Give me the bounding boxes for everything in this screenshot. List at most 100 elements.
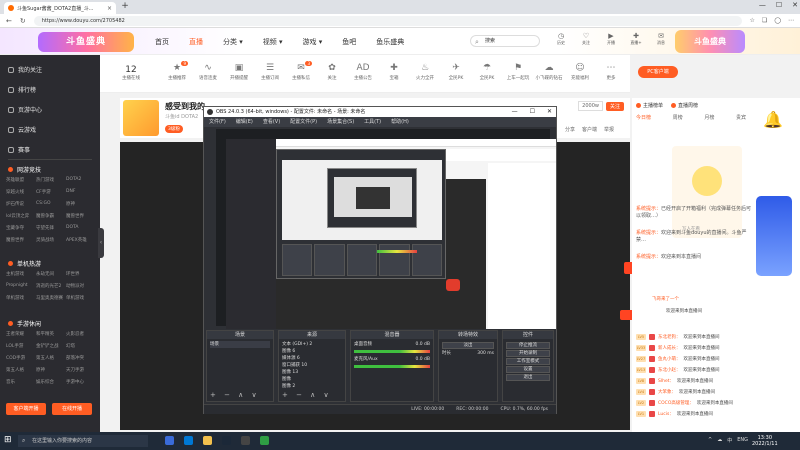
- header-icon-button[interactable]: ◷ 历史: [553, 32, 569, 46]
- sidebar-tag[interactable]: 动物派对: [66, 283, 96, 289]
- scene-item[interactable]: 场景: [210, 341, 270, 348]
- sidebar-item[interactable]: 排行榜: [8, 85, 36, 94]
- sidebar-tag[interactable]: 第五人格: [36, 355, 66, 361]
- url-field[interactable]: https://www.douyu.com/2705482: [33, 15, 742, 26]
- sidebar-tag[interactable]: 永劫无间: [36, 271, 66, 277]
- collections-icon[interactable]: ❏: [762, 17, 767, 24]
- sidebar-tag[interactable]: LOL手游: [6, 343, 36, 349]
- source-item[interactable]: 图像 6: [282, 348, 342, 355]
- obs-menu-item[interactable]: 查看(V): [263, 117, 280, 127]
- sidebar-tag[interactable]: 热门游戏: [36, 177, 66, 183]
- rank-subtab[interactable]: 贵宾: [736, 114, 746, 121]
- source-item[interactable]: 图像: [282, 376, 342, 383]
- function-item[interactable]: ✉ 主播私信 3: [286, 61, 316, 81]
- header-icon-button[interactable]: ♡ 关注: [578, 32, 594, 46]
- function-item[interactable]: ▣ 开播提醒: [224, 63, 254, 81]
- function-item[interactable]: ✈ 全民PK: [441, 63, 471, 81]
- function-item[interactable]: ⚑ 上车一起玩: [503, 63, 533, 81]
- sidebar-item[interactable]: 我的关注: [8, 65, 42, 74]
- close-tab-icon[interactable]: ×: [107, 5, 112, 12]
- obs-menu-item[interactable]: 场景集合(S): [327, 117, 354, 127]
- transition-select[interactable]: 淡出: [442, 342, 494, 349]
- sidebar-tag[interactable]: 原神: [66, 201, 96, 207]
- windows-start-icon[interactable]: ⊞: [4, 435, 12, 445]
- function-item[interactable]: ☰ 主播订阅: [255, 63, 285, 81]
- duration-input[interactable]: 300 ms: [477, 350, 494, 357]
- rank-subtab[interactable]: 今日榜: [636, 114, 651, 121]
- taskview-icon[interactable]: [165, 436, 174, 445]
- chat-username[interactable]: Slhet：: [658, 378, 674, 384]
- sidebar-tag[interactable]: CF手游: [36, 189, 66, 195]
- streamer-avatar[interactable]: [123, 100, 159, 136]
- sidebar-tag[interactable]: 和平精英: [36, 331, 66, 337]
- obs-control-button[interactable]: 退出: [506, 374, 550, 381]
- client-stream-button[interactable]: 客户端开播: [6, 403, 46, 415]
- obs-menu-item[interactable]: 工具(T): [364, 117, 381, 127]
- sidebar-item[interactable]: 云游戏: [8, 125, 36, 134]
- main-nav-item[interactable]: 首页: [155, 37, 169, 47]
- main-nav-item[interactable]: 游戏 ▾: [303, 37, 323, 47]
- sidebar-tag[interactable]: 穿越火线: [6, 189, 36, 195]
- rank-tab[interactable]: 主播榜单: [636, 102, 663, 109]
- function-item[interactable]: ✚ 宝箱: [379, 63, 409, 81]
- sidebar-tag[interactable]: 火影忍者: [66, 331, 96, 337]
- favorite-icon[interactable]: ☆: [750, 17, 755, 24]
- obs-window[interactable]: OBS 24.0.3 (64-bit, windows) - 配置文件: 未命名…: [203, 106, 557, 414]
- volume-slider[interactable]: [354, 350, 430, 353]
- sidebar-tag[interactable]: CS:GO: [36, 201, 66, 207]
- volume-slider[interactable]: [354, 365, 430, 368]
- browser-tab[interactable]: 斗鱼Sugar酱酱_DOTA2直播_斗... ×: [4, 2, 116, 14]
- chat-username[interactable]: COCO高级管理：: [658, 400, 694, 406]
- sidebar-tag[interactable]: 金铲铲之战: [36, 343, 66, 349]
- chat-username[interactable]: 大笨象：: [658, 389, 676, 395]
- header-icon-button[interactable]: ✉ 消息: [653, 32, 669, 46]
- source-item[interactable]: 图像 2: [282, 383, 342, 390]
- sidebar-section-mobile-games[interactable]: 手游休闲: [8, 319, 41, 328]
- obs-control-button[interactable]: 开始录制: [506, 350, 550, 357]
- source-item[interactable]: 窗口捕获 10: [282, 362, 342, 369]
- sidebar-tag[interactable]: 英雄联盟: [6, 177, 36, 183]
- back-icon[interactable]: ←: [6, 17, 12, 25]
- sidebar-tag[interactable]: 魔兽世界: [66, 213, 96, 219]
- stream-link[interactable]: 分享: [565, 126, 575, 133]
- sidebar-tag[interactable]: 手游中心: [66, 379, 96, 385]
- online-stream-button[interactable]: 在线开播: [52, 403, 92, 415]
- sidebar-tag[interactable]: 灵骑战场: [36, 237, 66, 243]
- sidebar-tag[interactable]: APEX英雄: [66, 237, 96, 243]
- sidebar-tag[interactable]: 王者荣耀: [6, 331, 36, 337]
- main-nav-item[interactable]: 直播: [189, 37, 203, 47]
- rank-tab[interactable]: 直播周榜: [671, 102, 698, 109]
- sidebar-item[interactable]: 页游中心: [8, 105, 42, 114]
- function-item[interactable]: ★ 主播推荐 9: [162, 61, 192, 81]
- chat-username[interactable]: 东北小赵：: [658, 367, 681, 373]
- main-nav-item[interactable]: 分类 ▾: [223, 37, 243, 47]
- sidebar-collapse-button[interactable]: ‹: [98, 228, 104, 258]
- obs-icon[interactable]: [241, 436, 250, 445]
- obs-control-button[interactable]: 停止推流: [506, 342, 550, 349]
- obs-maximize-button[interactable]: ☐: [530, 107, 535, 117]
- main-nav-item[interactable]: 视频 ▾: [263, 37, 283, 47]
- pc-client-button[interactable]: PC客户端: [638, 66, 678, 78]
- close-window-button[interactable]: ✕: [792, 1, 798, 9]
- tray-item[interactable]: ENG: [737, 437, 748, 444]
- function-item[interactable]: ⋯ 更多: [596, 63, 626, 81]
- function-item[interactable]: ☁ 小飞碟的钻石: [534, 63, 564, 81]
- tray-item[interactable]: 中: [727, 437, 732, 444]
- rank-subtab[interactable]: 周榜: [673, 114, 683, 121]
- sidebar-tag[interactable]: 音乐: [6, 379, 36, 385]
- sidebar-tag[interactable]: COD手游: [6, 355, 36, 361]
- sidebar-tag[interactable]: 马里奥奥德赛: [36, 295, 66, 301]
- source-item[interactable]: 媒体源 6: [282, 355, 342, 362]
- sidebar-tag[interactable]: 魔兽争霸: [36, 213, 66, 219]
- bell-icon[interactable]: 🔔: [760, 110, 786, 136]
- header-icon-button[interactable]: ▶ 开播: [603, 32, 619, 46]
- sidebar-tag[interactable]: 炉石传说: [6, 201, 36, 207]
- sidebar-tag[interactable]: 第五人格: [6, 367, 36, 373]
- obs-control-button[interactable]: 工作室模式: [506, 358, 550, 365]
- sidebar-tag[interactable]: 单机游戏: [6, 295, 36, 301]
- sidebar-tag[interactable]: 娱乐综合: [36, 379, 66, 385]
- sidebar-item[interactable]: 赛事: [8, 145, 30, 154]
- function-item[interactable]: ☺ 充能福利: [565, 63, 595, 81]
- source-item[interactable]: 文本 (GDI+) 2: [282, 341, 342, 348]
- file-explorer-icon[interactable]: [203, 436, 212, 445]
